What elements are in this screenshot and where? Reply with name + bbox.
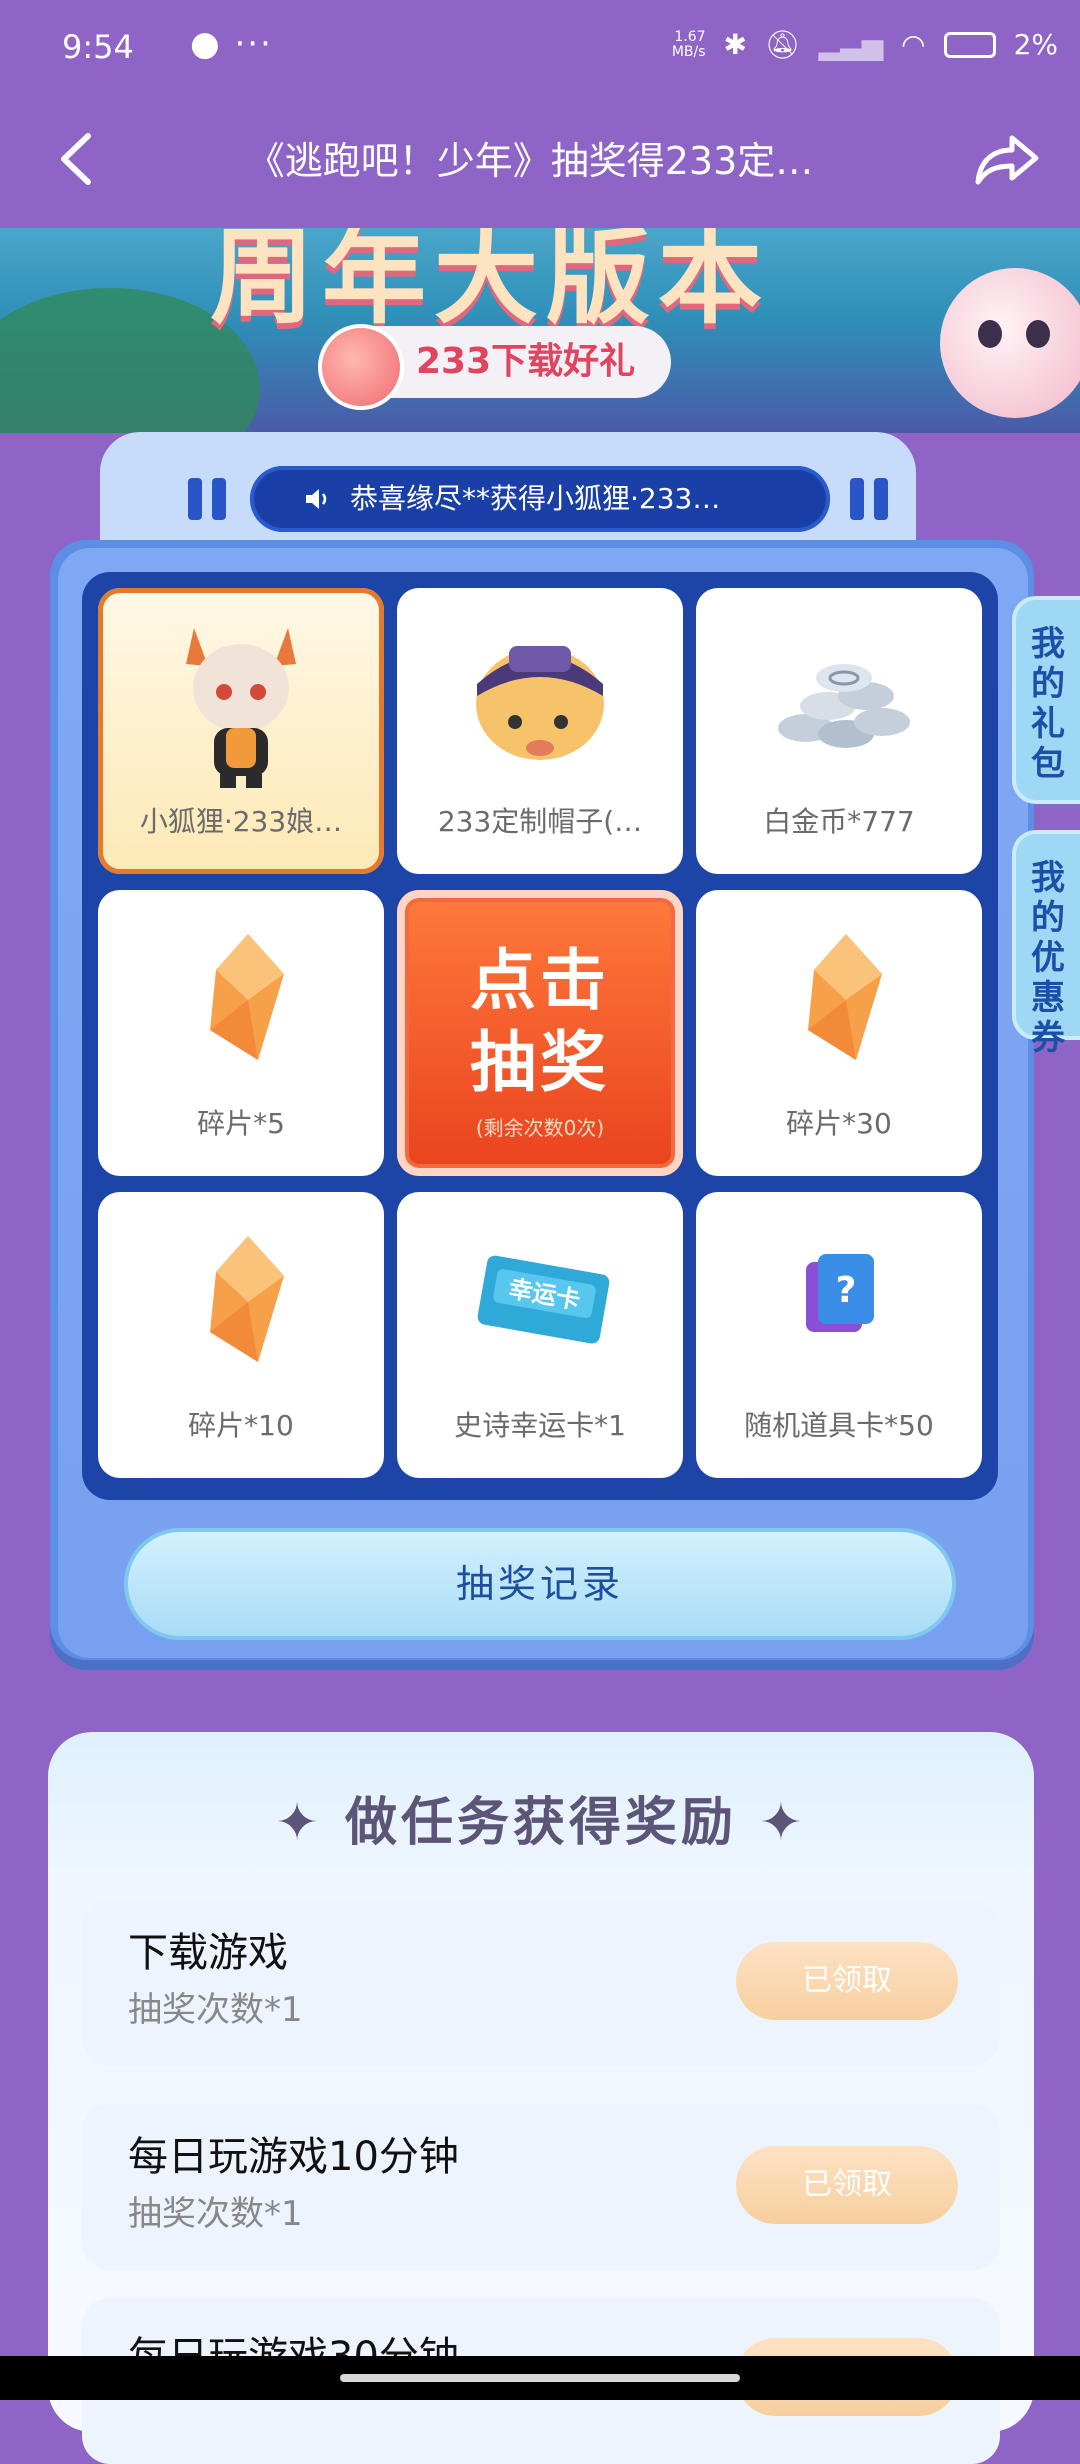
prize-label: 小狐狸·233娘… <box>139 805 343 838</box>
wifi-icon: ◠ <box>901 28 926 61</box>
pause-icon <box>850 478 894 520</box>
speaker-icon <box>306 489 327 509</box>
prize-label: 碎片*30 <box>786 1107 892 1140</box>
prize-cell-shard-10: 碎片*10 <box>98 1192 384 1478</box>
status-time: 9:54 <box>62 28 134 66</box>
my-coupons-tab[interactable]: 我的优惠券 <box>1012 830 1080 1058</box>
my-coupons-label: 我的优惠券 <box>1031 858 1065 1058</box>
task-panel-title: ✦ 做任务获得奖励 ✦ <box>275 1793 807 1853</box>
notification-icons: ● ··· <box>190 24 273 64</box>
page-title: 《逃跑吧！少年》抽奖得233定… <box>246 139 814 183</box>
back-arrow-icon <box>61 133 91 185</box>
sparkle-icon: ✦ <box>275 1793 345 1853</box>
task-name: 下载游戏 <box>128 1930 288 1976</box>
coins-icon <box>778 664 910 748</box>
task-panel: ✦ 做任务获得奖励 ✦ 下载游戏 抽奖次数*1 已领取 每日玩游戏10分钟 抽奖… <box>48 1732 1034 2464</box>
my-gifts-tab[interactable]: 我的礼包 <box>1012 596 1080 804</box>
prize-cell-shard-30: 碎片*30 <box>696 890 982 1176</box>
share-button[interactable] <box>968 122 1044 198</box>
mascot-eye <box>978 320 1002 348</box>
pause-icon <box>188 478 232 520</box>
fox-girl-icon <box>186 628 296 788</box>
winner-marquee: 恭喜缘尽**获得小狐狸·233… <box>250 466 830 532</box>
home-indicator[interactable] <box>340 2374 740 2382</box>
lucky-card-icon: 幸运卡 <box>477 1255 610 1344</box>
status-indicators: 1.67 MB/s ✱ 🔕︎ ▂▃▅ ◠ 2% <box>672 28 1058 61</box>
header: 《逃跑吧！少年》抽奖得233定… <box>0 100 1080 228</box>
task-name: 每日玩游戏10分钟 <box>128 2134 459 2180</box>
crystal-icon <box>808 934 882 1060</box>
prize-label: 随机道具卡*50 <box>744 1409 934 1442</box>
prize-label: 白金币*777 <box>763 805 915 838</box>
event-banner: 周年大版本 233下载好礼 <box>0 228 1080 433</box>
prize-cell-coins: 白金币*777 <box>696 588 982 874</box>
task-item: 每日玩游戏10分钟 抽奖次数*1 已领取 <box>82 2104 1000 2270</box>
signal-icon: ▂▃▅ <box>818 28 884 61</box>
task-reward: 抽奖次数*1 <box>128 2194 303 2234</box>
mute-icon: 🔕︎ <box>764 28 801 61</box>
task-item: 下载游戏 抽奖次数*1 已领取 <box>82 1900 1000 2066</box>
mystery-card-icon: ? <box>806 1254 874 1332</box>
marquee-text: 恭喜缘尽**获得小狐狸·233… <box>350 482 721 515</box>
draw-record-button[interactable]: 抽奖记录 <box>124 1528 956 1640</box>
mystery-card-text: ? <box>836 1270 857 1311</box>
prize-cell-mystery-card: ? 随机道具卡*50 <box>696 1192 982 1478</box>
battery-icon <box>943 31 996 58</box>
prize-cell-hat: 233定制帽子(… <box>397 588 683 874</box>
my-gifts-label: 我的礼包 <box>1031 624 1065 784</box>
battery-percent: 2% <box>1013 28 1058 61</box>
back-button[interactable] <box>44 124 114 194</box>
task-reward: 抽奖次数*1 <box>128 1990 303 2030</box>
network-speed: 1.67 MB/s <box>671 28 706 60</box>
status-bar: 9:54 ● ··· 1.67 MB/s ✱ 🔕︎ ▂▃▅ ◠ 2% <box>0 0 1080 100</box>
prize-grid: 小狐狸·233娘… 233定制帽子(… 白金币*777 碎片*5 点击 抽奖 (… <box>82 572 998 1500</box>
hat-icon <box>476 646 604 760</box>
prize-label: 233定制帽子(… <box>437 805 643 838</box>
prize-cell-shard-5: 碎片*5 <box>98 890 384 1176</box>
crystal-icon <box>210 934 284 1060</box>
draw-button-label: 点击 抽奖 <box>470 942 610 1101</box>
crystal-icon <box>210 1236 284 1362</box>
draw-button[interactable]: 点击 抽奖 (剩余次数0次) <box>397 890 683 1176</box>
claimed-button[interactable]: 已领取 <box>736 1942 958 2020</box>
prize-label: 碎片*5 <box>197 1107 285 1140</box>
peach-icon <box>318 324 404 410</box>
mascot-image <box>940 268 1080 418</box>
sparkle-icon: ✦ <box>737 1793 807 1853</box>
share-icon <box>975 135 1039 185</box>
prize-label: 史诗幸运卡*1 <box>454 1409 626 1442</box>
claimed-button[interactable]: 已领取 <box>736 2146 958 2224</box>
prize-cell-lucky-card: 幸运卡 史诗幸运卡*1 <box>397 1192 683 1478</box>
prize-label: 碎片*10 <box>188 1409 294 1442</box>
prize-cell-fox-girl: 小狐狸·233娘… <box>98 588 384 874</box>
remaining-draws: (剩余次数0次) <box>475 1116 605 1140</box>
mascot-eye <box>1026 320 1050 348</box>
bluetooth-icon: ✱ <box>723 28 747 61</box>
system-nav-bar <box>0 2356 1080 2400</box>
